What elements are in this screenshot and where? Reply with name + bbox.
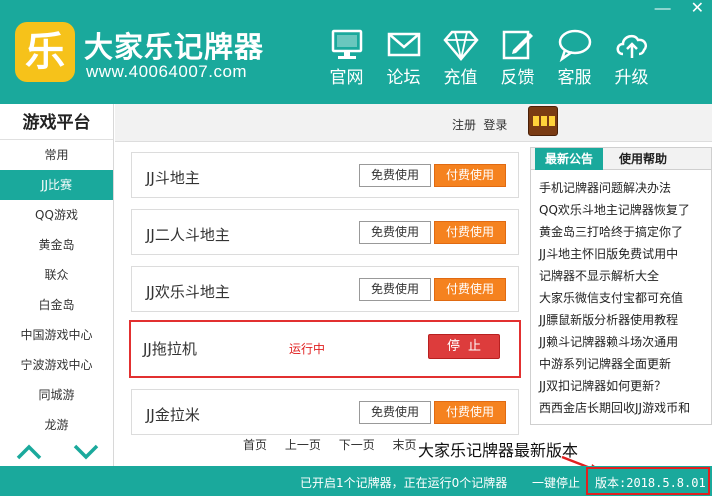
paid-use-button[interactable]: 付费使用 <box>434 221 506 244</box>
diamond-icon <box>442 30 479 61</box>
running-status: 运行中 <box>289 342 326 356</box>
news-item[interactable]: 记牌器不显示解析大全 <box>539 265 711 287</box>
free-use-button[interactable]: 免费使用 <box>359 278 431 301</box>
sidebar-title: 游戏平台 <box>0 104 113 140</box>
pagination: 首页 上一页 下一页 末页 <box>243 436 431 453</box>
free-use-button[interactable]: 免费使用 <box>359 221 431 244</box>
sidebar-item-ningbo-game-center[interactable]: 宁波游戏中心 <box>0 350 113 380</box>
game-name: JJ二人斗地主 <box>146 226 230 244</box>
paid-use-button[interactable]: 付费使用 <box>434 164 506 187</box>
account-links: 注册 登录 <box>452 116 511 133</box>
prev-page-link[interactable]: 上一页 <box>285 438 321 452</box>
sidebar-item-qq[interactable]: QQ游戏 <box>0 200 113 230</box>
stop-all-button[interactable]: 一键停止 <box>532 474 580 491</box>
status-bar: 已开启1个记牌器，正在运行0个记牌器 一键停止 版本:2018.5.8.01 <box>0 466 712 496</box>
news-item[interactable]: QQ欢乐斗地主记牌器恢复了 <box>539 199 711 221</box>
version-annotation: 大家乐记牌器最新版本 <box>418 441 579 460</box>
nav-forum[interactable]: 论坛 <box>375 28 432 88</box>
sidebar-item-baijindao[interactable]: 白金岛 <box>0 290 113 320</box>
top-nav: 官网 论坛 充值 反馈 客服 升级 <box>318 28 660 88</box>
window-controls: — ✕ <box>655 1 704 17</box>
sidebar-scroll-arrows <box>0 438 114 466</box>
minimize-button[interactable]: — <box>655 1 671 17</box>
nav-label: 反馈 <box>500 68 535 88</box>
sidebar: 游戏平台 常用 JJ比赛 QQ游戏 黄金岛 联众 白金岛 中国游戏中心 宁波游戏… <box>0 104 114 466</box>
app-name: 大家乐记牌器 <box>84 30 265 64</box>
logo-char: 乐 <box>25 29 65 75</box>
news-item[interactable]: JJ膘鼠新版分析器使用教程 <box>539 309 711 331</box>
game-row: JJ金拉米 免费使用 付费使用 <box>131 389 519 435</box>
monitor-icon <box>331 29 362 59</box>
nav-label: 论坛 <box>386 68 421 88</box>
app-url: www.40064007.com <box>86 62 248 81</box>
sidebar-item-lianzhong[interactable]: 联众 <box>0 260 113 290</box>
version-label: 版本:2018.5.8.01 <box>595 476 706 490</box>
news-tabs: 最新公告 使用帮助 <box>531 148 711 170</box>
next-page-link[interactable]: 下一页 <box>339 438 375 452</box>
news-item[interactable]: 黄金岛三打哈终于搞定你了 <box>539 221 711 243</box>
game-row: JJ斗地主 免费使用 付费使用 <box>131 152 519 198</box>
header: 乐 大家乐记牌器 www.40064007.com 官网 论坛 充值 反馈 客服… <box>0 0 712 104</box>
news-item[interactable]: 西西金店长期回收JJ游戏币和 <box>539 397 711 419</box>
last-page-link[interactable]: 末页 <box>393 438 417 452</box>
news-item[interactable]: JJ双扣记牌器如何更新？ <box>539 375 711 397</box>
status-text: 已开启1个记牌器，正在运行0个记牌器 <box>300 476 508 490</box>
chevron-up-icon[interactable] <box>16 444 42 460</box>
register-link[interactable]: 注册 <box>452 118 476 132</box>
nav-feedback[interactable]: 反馈 <box>489 28 546 88</box>
game-row-running: JJ拖拉机 运行中 停止 <box>129 320 521 378</box>
news-item[interactable]: JJ斗地主怀旧版免费试用中 <box>539 243 711 265</box>
envelope-icon <box>387 32 420 57</box>
nav-label: 充值 <box>443 68 478 88</box>
nav-label: 官网 <box>329 68 364 88</box>
cloud-upload-icon <box>616 34 647 58</box>
stop-button[interactable]: 停止 <box>428 334 500 359</box>
sidebar-item-longyou[interactable]: 龙游 <box>0 410 113 440</box>
edit-icon <box>502 30 533 60</box>
nav-upgrade[interactable]: 升级 <box>603 28 660 88</box>
game-name: JJ斗地主 <box>146 169 200 187</box>
news-item[interactable]: 中游系列记牌器全面更新 <box>539 353 711 375</box>
free-use-button[interactable]: 免费使用 <box>359 164 431 187</box>
version-highlight: 版本:2018.5.8.01 <box>586 467 710 495</box>
tab-usage-help[interactable]: 使用帮助 <box>609 148 677 170</box>
game-name: JJ欢乐斗地主 <box>146 283 230 301</box>
app-logo: 乐 <box>15 22 75 82</box>
game-list: JJ斗地主 免费使用 付费使用 JJ二人斗地主 免费使用 付费使用 JJ欢乐斗地… <box>129 152 521 446</box>
paid-use-button[interactable]: 付费使用 <box>434 401 506 424</box>
nav-label: 客服 <box>557 68 592 88</box>
sidebar-item-common[interactable]: 常用 <box>0 140 113 170</box>
paid-use-button[interactable]: 付费使用 <box>434 278 506 301</box>
chat-bubble-icon <box>558 29 591 62</box>
news-item[interactable]: 手机记牌器问题解决办法 <box>539 177 711 199</box>
news-item[interactable]: 大家乐微信支付宝都可充值 <box>539 287 711 309</box>
sidebar-item-china-game-center[interactable]: 中国游戏中心 <box>0 320 113 350</box>
nav-customer-service[interactable]: 客服 <box>546 28 603 88</box>
free-use-button[interactable]: 免费使用 <box>359 401 431 424</box>
slot-machine-icon[interactable] <box>528 106 558 136</box>
chevron-down-icon[interactable] <box>73 444 99 460</box>
game-row: JJ二人斗地主 免费使用 付费使用 <box>131 209 519 255</box>
game-row: JJ欢乐斗地主 免费使用 付费使用 <box>131 266 519 312</box>
nav-label: 升级 <box>614 68 649 88</box>
news-list: 手机记牌器问题解决办法 QQ欢乐斗地主记牌器恢复了 黄金岛三打哈终于搞定你了 J… <box>531 170 711 419</box>
account-bar: 注册 登录 <box>115 104 712 142</box>
sidebar-item-tongchengyou[interactable]: 同城游 <box>0 380 113 410</box>
news-item[interactable]: JJ赖斗记牌器赖斗场次通用 <box>539 331 711 353</box>
close-button[interactable]: ✕ <box>691 1 704 17</box>
sidebar-item-jj[interactable]: JJ比赛 <box>0 170 113 200</box>
game-name: JJ拖拉机 <box>143 340 197 358</box>
game-name: JJ金拉米 <box>146 406 200 424</box>
tab-latest-news[interactable]: 最新公告 <box>535 148 603 170</box>
login-link[interactable]: 登录 <box>483 118 507 132</box>
first-page-link[interactable]: 首页 <box>243 438 267 452</box>
nav-recharge[interactable]: 充值 <box>432 28 489 88</box>
sidebar-item-huangjindao[interactable]: 黄金岛 <box>0 230 113 260</box>
news-panel: 最新公告 使用帮助 手机记牌器问题解决办法 QQ欢乐斗地主记牌器恢复了 黄金岛三… <box>530 147 712 425</box>
nav-official-site[interactable]: 官网 <box>318 28 375 88</box>
